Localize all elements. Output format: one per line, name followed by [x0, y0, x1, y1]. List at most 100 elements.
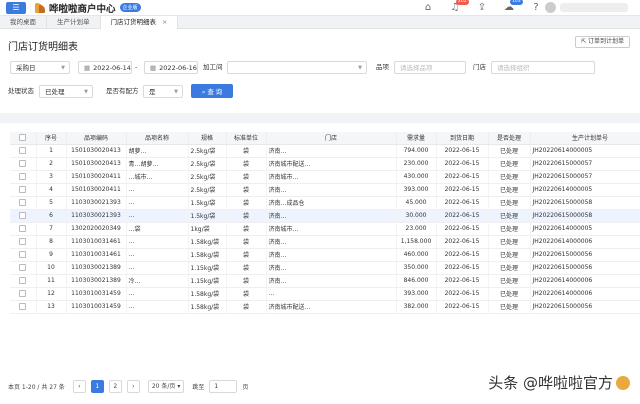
query-button[interactable]: ⌕ 查 询 [191, 84, 233, 98]
cell-code: 1103010031461 [66, 248, 127, 262]
page-button-1[interactable]: 1 [90, 379, 104, 393]
select-all-checkbox[interactable] [10, 132, 37, 145]
date-type-select[interactable]: 采购日 ▼ [10, 61, 70, 74]
row-checkbox-cell[interactable] [10, 300, 37, 314]
cell-name: … [126, 183, 189, 197]
row-checkbox[interactable] [19, 303, 27, 310]
row-checkbox[interactable] [19, 251, 27, 258]
row-checkbox-cell[interactable] [10, 196, 37, 210]
cloud-icon[interactable]: ☁ 103 [503, 0, 523, 13]
cell-unit: 袋 [226, 222, 267, 236]
cell-plan: JH20220615000056 [530, 300, 640, 314]
cell-name: 胡萝… [126, 144, 189, 158]
next-page-button[interactable]: › [126, 379, 140, 393]
table-row[interactable]: 2 1501030020413 青…胡萝… 2.5kg/袋袋济南城市配送… 230.00… [10, 157, 640, 171]
table-row[interactable]: 5 1103030021393… 1.5kg/袋袋济南…成品仓 45.000 2022-… [10, 196, 640, 210]
cell-unit: 袋 [226, 209, 267, 223]
order-to-plan-button[interactable]: ⇱ 订单到计划单 [575, 36, 630, 48]
table-row[interactable]: 1 1501030020413 胡萝… 2.5kg/袋袋济南… 794.000 2022-… [10, 144, 640, 158]
table-row[interactable]: 3 1501030020411 …城市… 2.5kg/袋袋济南城市… 430.000 20… [10, 170, 640, 184]
table-row[interactable]: 13 1103010031459… 1.58kg/袋袋济南城市配送… 382.000 2… [10, 300, 640, 314]
cell-status: 已处理 [488, 157, 531, 171]
cell-plan: JH20220614000005 [530, 222, 640, 236]
prev-page-button[interactable]: ‹ [72, 379, 86, 393]
bell-icon[interactable]: ♫ 202 [449, 0, 469, 13]
table-row[interactable]: 8 1103010031461… 1.58kg/袋袋济南… 1,158.000 2022… [10, 235, 640, 249]
page-size-select[interactable]: 20 条/页 ▾ [147, 379, 185, 393]
cell-name: … [126, 287, 189, 301]
row-checkbox[interactable] [19, 173, 27, 180]
cell-unit: 袋 [226, 300, 267, 314]
row-checkbox-cell[interactable] [10, 261, 37, 275]
workshop-select[interactable]: ▼ [227, 61, 367, 74]
row-checkbox[interactable] [19, 199, 27, 206]
cell-store: 济南城市配送… [266, 157, 397, 171]
cell-no: 11 [36, 274, 67, 288]
tab-production-plan[interactable]: 生产计划单 [47, 16, 101, 29]
cell-name: … [126, 248, 189, 262]
date-to-input[interactable]: ▦ 2022-06-16 [144, 61, 198, 74]
chevron-down-icon: ▼ [358, 65, 362, 71]
pagination-summary: 本页 1-20 / 共 27 条 [8, 383, 65, 391]
row-checkbox-cell[interactable] [10, 248, 37, 262]
row-checkbox-cell[interactable] [10, 274, 37, 288]
row-checkbox-cell[interactable] [10, 157, 37, 171]
row-checkbox[interactable] [19, 264, 27, 271]
avatar[interactable] [545, 2, 556, 13]
cell-no: 4 [36, 183, 67, 197]
checkbox[interactable] [19, 134, 27, 142]
cell-spec: 2.5kg/袋 [188, 170, 227, 184]
table-row[interactable]: 9 1103010031461… 1.58kg/袋袋济南… 460.000 2022-0… [10, 248, 640, 262]
cell-plan: JH20220615000058 [530, 196, 640, 210]
cell-no: 7 [36, 222, 67, 236]
table-row[interactable]: 10 1103030021389… 1.15kg/袋袋济南… 350.000 2022-… [10, 261, 640, 275]
column-header: 规格 [188, 132, 227, 145]
row-checkbox[interactable] [19, 277, 27, 284]
row-checkbox-cell[interactable] [10, 170, 37, 184]
help-icon[interactable]: ? [530, 2, 542, 13]
row-checkbox-cell[interactable] [10, 222, 37, 236]
cell-store: 济南城市… [266, 170, 397, 184]
cell-no: 6 [36, 209, 67, 223]
page-button-2[interactable]: 2 [108, 379, 122, 393]
row-checkbox[interactable] [19, 186, 27, 193]
row-checkbox[interactable] [19, 238, 27, 245]
upload-icon[interactable]: ⇪ [476, 2, 488, 13]
cell-qty: 230.000 [396, 157, 437, 171]
order-detail-table: 序号 品项编码 品项名称 规格 标准单位 门店 需求量 到货日期 是否处理 生产… [10, 132, 640, 340]
table-row[interactable]: 7 1302020020349 …袋 1kg/袋袋济南城市… 23.000 2022-06… [10, 222, 640, 236]
row-checkbox[interactable] [19, 160, 27, 167]
jump-suffix: 页 [242, 383, 249, 391]
row-checkbox[interactable] [19, 147, 27, 154]
cell-name: … [126, 261, 189, 275]
jump-page-input[interactable]: 1 [209, 379, 238, 393]
column-header: 序号 [36, 132, 67, 145]
tab-desktop[interactable]: 我的桌面 [0, 16, 47, 29]
table-row[interactable]: 12 1103010031459… 1.58kg/袋袋… 393.000 2022-06… [10, 287, 640, 301]
cell-no: 2 [36, 157, 67, 171]
row-checkbox[interactable] [19, 212, 27, 219]
row-checkbox[interactable] [19, 290, 27, 297]
table-row[interactable]: 6 1103030021393… 1.5kg/袋袋济南… 30.000 2022-06-… [10, 209, 640, 223]
tab-store-order-detail[interactable]: 门店订货明细表 × [100, 16, 179, 29]
date-from-input[interactable]: ▦ 2022-06-14 [78, 61, 132, 74]
store-select[interactable]: 请选择组织 [491, 61, 595, 74]
row-checkbox[interactable] [19, 225, 27, 232]
bag-icon[interactable]: ⌂ [422, 2, 434, 13]
header-icons: ⌂ ♫ 202 ⇪ ☁ 103 ? [422, 0, 542, 13]
close-icon[interactable]: × [162, 18, 167, 26]
row-checkbox-cell[interactable] [10, 209, 37, 223]
cell-store: 济南…成品仓 [266, 196, 397, 210]
user-name-redacted[interactable] [560, 3, 628, 12]
table-row[interactable]: 4 1501030020411… 2.5kg/袋袋济南… 393.000 2022-06… [10, 183, 640, 197]
menu-icon[interactable]: ☰ [6, 1, 26, 14]
row-checkbox-cell[interactable] [10, 235, 37, 249]
item-select[interactable]: 请选择品项 [394, 61, 466, 74]
row-checkbox-cell[interactable] [10, 287, 37, 301]
row-checkbox-cell[interactable] [10, 183, 37, 197]
table-row[interactable]: 11 1103030021389 冷… 1.15kg/袋袋济南… 846.000 2022… [10, 274, 640, 288]
status-select[interactable]: 已处理 ▼ [39, 85, 93, 98]
row-checkbox-cell[interactable] [10, 144, 37, 158]
recipe-select[interactable]: 是 ▼ [143, 85, 183, 98]
cell-spec: 1.5kg/袋 [188, 209, 227, 223]
